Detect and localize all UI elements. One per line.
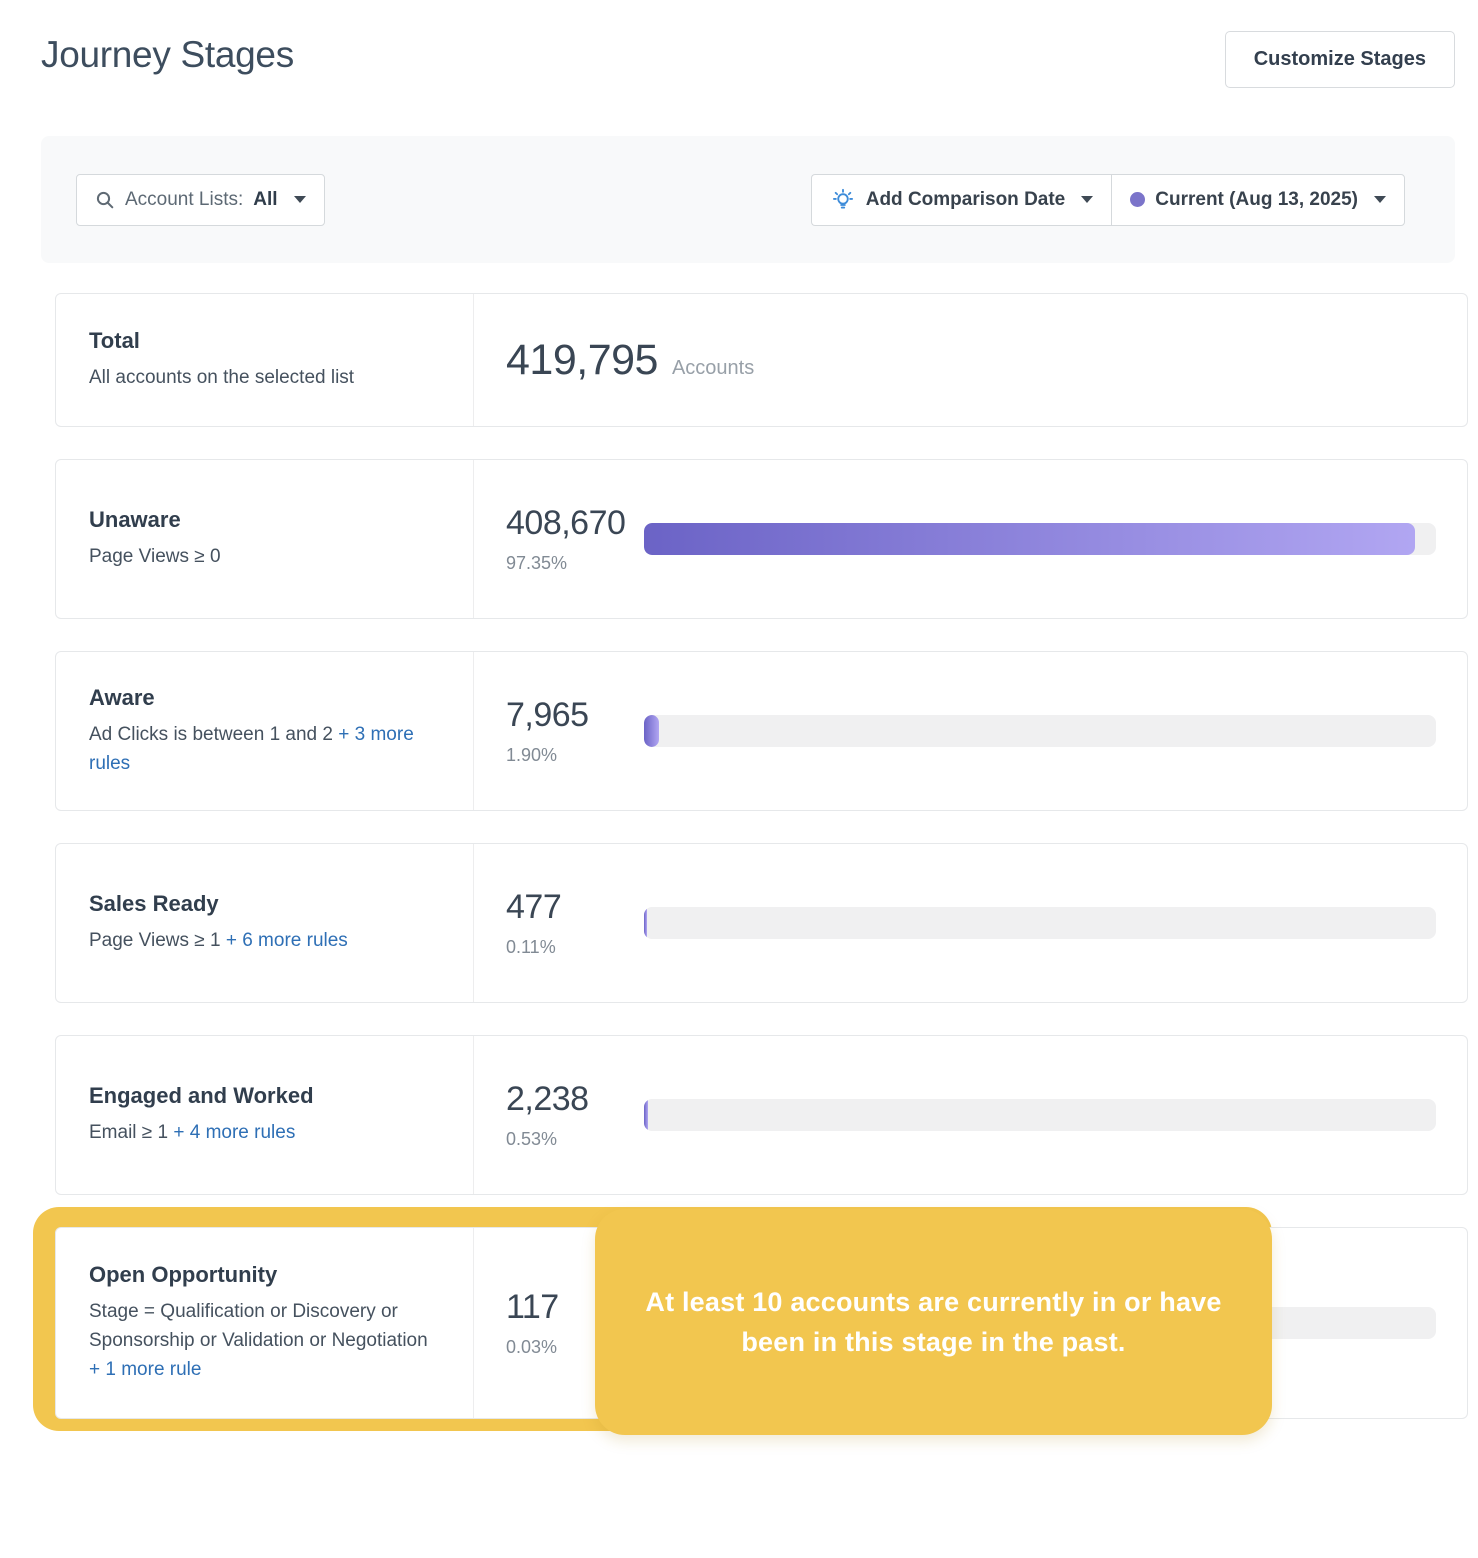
customize-stages-button[interactable]: Customize Stages — [1224, 31, 1455, 88]
stage-label-cell: Unaware Page Views ≥ 0 — [56, 460, 474, 618]
stage-rule-text: Email ≥ 1 — [89, 1122, 169, 1143]
progress-fill — [644, 715, 660, 747]
total-accounts-value: 419,795 — [506, 335, 658, 384]
current-date-dot — [1130, 192, 1146, 207]
stage-value-cell: 477 0.11% — [474, 844, 1467, 1002]
progress-fill — [644, 907, 647, 939]
stage-bar-area — [644, 523, 1436, 555]
stage-label-cell: Sales Ready Page Views ≥ 1 + 6 more rule… — [56, 844, 474, 1002]
progress-track — [644, 523, 1436, 555]
stages-list: Unaware Page Views ≥ 0 408,670 97.35% Aw… — [0, 459, 1478, 1435]
total-label-cell: Total All accounts on the selected list — [56, 294, 474, 426]
stage-label-cell: Open Opportunity Stage = Qualification o… — [56, 1228, 474, 1418]
stage-rules: Page Views ≥ 0 — [89, 542, 434, 571]
stage-name: Aware — [89, 684, 155, 710]
stage-card: Unaware Page Views ≥ 0 408,670 97.35% — [55, 459, 1468, 619]
stage-card: Sales Ready Page Views ≥ 1 + 6 more rule… — [55, 843, 1468, 1003]
stage-rules: Email ≥ 1 + 4 more rules — [89, 1118, 434, 1147]
stage-bar-area — [644, 715, 1436, 747]
stage-rule-text: Ad Clicks is between 1 and 2 — [89, 723, 333, 745]
stage-rule-text: Stage = Qualification or Discovery or Sp… — [89, 1301, 428, 1351]
stage-value-cell: 7,965 1.90% — [474, 652, 1467, 810]
stage-accounts-value: 2,238 — [506, 1080, 589, 1118]
stage-accounts-value: 7,965 — [506, 696, 589, 734]
stage-row: Engaged and Worked Email ≥ 1 + 4 more ru… — [0, 1035, 1478, 1195]
progress-track — [644, 1099, 1436, 1131]
more-rules-link[interactable]: + 1 more rule — [89, 1359, 201, 1380]
progress-fill — [644, 1099, 649, 1131]
stage-row: Open Opportunity Stage = Qualification o… — [0, 1207, 1478, 1435]
total-accounts-unit: Accounts — [671, 356, 755, 379]
lightbulb-icon — [830, 187, 856, 213]
stage-bar-area — [644, 907, 1436, 939]
chevron-down-icon — [293, 196, 306, 203]
stage-name: Unaware — [89, 507, 181, 532]
stage-percent: 0.53% — [506, 1129, 558, 1149]
add-comparison-date-label: Add Comparison Date — [865, 188, 1066, 210]
journey-stages-page: Journey Stages Customize Stages Account … — [0, 0, 1478, 1558]
search-icon — [95, 190, 115, 210]
stage-name: Engaged and Worked — [89, 1083, 314, 1108]
stage-row: Aware Ad Clicks is between 1 and 2 + 3 m… — [0, 651, 1478, 811]
more-rules-link[interactable]: + 4 more rules — [173, 1122, 295, 1143]
stage-bar-area — [644, 1099, 1436, 1131]
stage-percent: 0.11% — [506, 937, 556, 957]
account-lists-value: All — [253, 188, 278, 210]
total-title: Total — [89, 328, 140, 353]
top-bar: Journey Stages Customize Stages — [0, 0, 1478, 102]
stage-label-cell: Engaged and Worked Email ≥ 1 + 4 more ru… — [56, 1036, 474, 1194]
stage-value-cell: 408,670 97.35% — [474, 460, 1467, 618]
stage-row: Unaware Page Views ≥ 0 408,670 97.35% — [0, 459, 1478, 619]
stage-number-column: 2,238 0.53% — [506, 1080, 644, 1150]
stage-row: Sales Ready Page Views ≥ 1 + 6 more rule… — [0, 843, 1478, 1003]
date-controls-group: Add Comparison Date Current (Aug 13, 202… — [810, 173, 1405, 226]
stage-percent: 97.35% — [506, 553, 568, 573]
progress-track — [644, 715, 1436, 747]
stage-value-cell: 2,238 0.53% — [474, 1036, 1467, 1194]
stage-card: Engaged and Worked Email ≥ 1 + 4 more ru… — [55, 1035, 1468, 1195]
chevron-down-icon — [1374, 196, 1386, 203]
current-date-label: Current (Aug 13, 2025) — [1155, 188, 1358, 210]
total-description: All accounts on the selected list — [89, 367, 355, 388]
stage-rule-text: Page Views ≥ 0 — [89, 546, 221, 567]
current-date-dropdown[interactable]: Current (Aug 13, 2025) — [1111, 173, 1405, 226]
stage-accounts-value: 477 — [506, 888, 562, 926]
account-lists-label: Account Lists: — [125, 188, 244, 210]
stage-accounts-value: 408,670 — [506, 504, 626, 542]
stage-card: Aware Ad Clicks is between 1 and 2 + 3 m… — [55, 651, 1468, 811]
stage-rule-text: Page Views ≥ 1 — [89, 930, 221, 951]
progress-track — [644, 907, 1436, 939]
stage-number-column: 477 0.11% — [506, 888, 644, 958]
stage-number-column: 7,965 1.90% — [506, 696, 644, 766]
more-rules-link[interactable]: + 6 more rules — [226, 930, 348, 951]
add-comparison-date-dropdown[interactable]: Add Comparison Date — [810, 173, 1112, 226]
chevron-down-icon — [1081, 196, 1094, 203]
stage-name: Sales Ready — [89, 891, 219, 916]
filter-bar: Account Lists: All Add Comparison Date C… — [41, 136, 1455, 263]
stage-number-column: 408,670 97.35% — [506, 504, 644, 574]
account-lists-dropdown[interactable]: Account Lists: All — [76, 173, 325, 226]
stage-rules: Ad Clicks is between 1 and 2 + 3 more ru… — [89, 720, 434, 778]
stage-rules: Stage = Qualification or Discovery or Sp… — [89, 1297, 434, 1384]
progress-fill — [644, 523, 1415, 555]
stage-label-cell: Aware Ad Clicks is between 1 and 2 + 3 m… — [56, 652, 474, 810]
stage-name: Open Opportunity — [89, 1262, 278, 1287]
stage-rules: Page Views ≥ 1 + 6 more rules — [89, 926, 434, 955]
stage-tooltip: At least 10 accounts are currently in or… — [595, 1209, 1272, 1435]
stage-tooltip-text: At least 10 accounts are currently in or… — [645, 1287, 1222, 1357]
stage-percent: 1.90% — [506, 745, 558, 765]
total-row: Total All accounts on the selected list … — [55, 293, 1468, 427]
total-value-cell: 419,795 Accounts — [474, 336, 1467, 385]
